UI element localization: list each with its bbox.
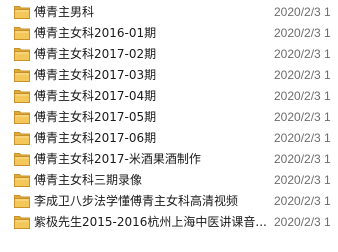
folder-icon: [14, 5, 30, 19]
modified-date: 2020/2/3 1: [274, 152, 331, 166]
folder-name: 傅青主女科2017-03期: [34, 68, 157, 82]
modified-date: 2020/2/3 1: [274, 194, 331, 208]
modified-date: 2020/2/3 1: [274, 110, 331, 124]
folder-row[interactable]: 紫极先生2015-2016杭州上海中医讲课音... 2020/2/3 1: [0, 212, 338, 233]
folder-name: 傅青主女科2017-04期: [34, 89, 157, 103]
folder-name: 傅青主女科2017-06期: [34, 131, 157, 145]
folder-name: 傅青主男科: [34, 5, 95, 19]
folder-name: 傅青主女科2017-02期: [34, 47, 157, 61]
folder-row[interactable]: 傅青主男科 2020/2/3 1: [0, 2, 338, 23]
folder-name: 傅青主女科2016-01期: [34, 26, 157, 40]
folder-icon: [14, 68, 30, 82]
file-list: 傅青主男科 2020/2/3 1 傅青主女科2016-01期 2020/2/3 …: [0, 0, 338, 252]
folder-icon: [14, 131, 30, 145]
folder-row[interactable]: 傅青主女科2017-米酒果酒制作 2020/2/3 1: [0, 149, 338, 170]
folder-icon: [14, 215, 30, 229]
folder-row[interactable]: 傅青主女科2017-02期 2020/2/3 1: [0, 44, 338, 65]
folder-name: 傅青主女科2017-05期: [34, 110, 157, 124]
modified-date: 2020/2/3 1: [274, 215, 331, 229]
folder-row[interactable]: 傅青主女科2017-03期 2020/2/3 1: [0, 65, 338, 86]
modified-date: 2020/2/3 1: [274, 68, 331, 82]
modified-date: 2020/2/3 1: [274, 131, 331, 145]
folder-name: 傅青主女科2017-米酒果酒制作: [34, 152, 201, 166]
modified-date: 2020/2/3 1: [274, 173, 331, 187]
folder-icon: [14, 47, 30, 61]
folder-row[interactable]: 傅青主女科2016-01期 2020/2/3 1: [0, 23, 338, 44]
modified-date: 2020/2/3 1: [274, 89, 331, 103]
folder-row[interactable]: 傅青主女科2017-06期 2020/2/3 1: [0, 128, 338, 149]
folder-row[interactable]: 傅青主女科三期录像 2020/2/3 1: [0, 170, 338, 191]
folder-icon: [14, 173, 30, 187]
folder-name: 傅青主女科三期录像: [34, 173, 143, 187]
folder-row[interactable]: 傅青主女科2017-04期 2020/2/3 1: [0, 86, 338, 107]
folder-icon: [14, 89, 30, 103]
folder-icon: [14, 110, 30, 124]
folder-row[interactable]: 傅青主女科2017-05期 2020/2/3 1: [0, 107, 338, 128]
folder-icon: [14, 26, 30, 40]
folder-name: 紫极先生2015-2016杭州上海中医讲课音...: [34, 215, 266, 229]
folder-icon: [14, 152, 30, 166]
modified-date: 2020/2/3 1: [274, 26, 331, 40]
folder-icon: [14, 194, 30, 208]
modified-date: 2020/2/3 1: [274, 5, 331, 19]
modified-date: 2020/2/3 1: [274, 47, 331, 61]
folder-row[interactable]: 李成卫八步法学懂傅青主女科高清视频 2020/2/3 1: [0, 191, 338, 212]
folder-name: 李成卫八步法学懂傅青主女科高清视频: [34, 194, 239, 208]
